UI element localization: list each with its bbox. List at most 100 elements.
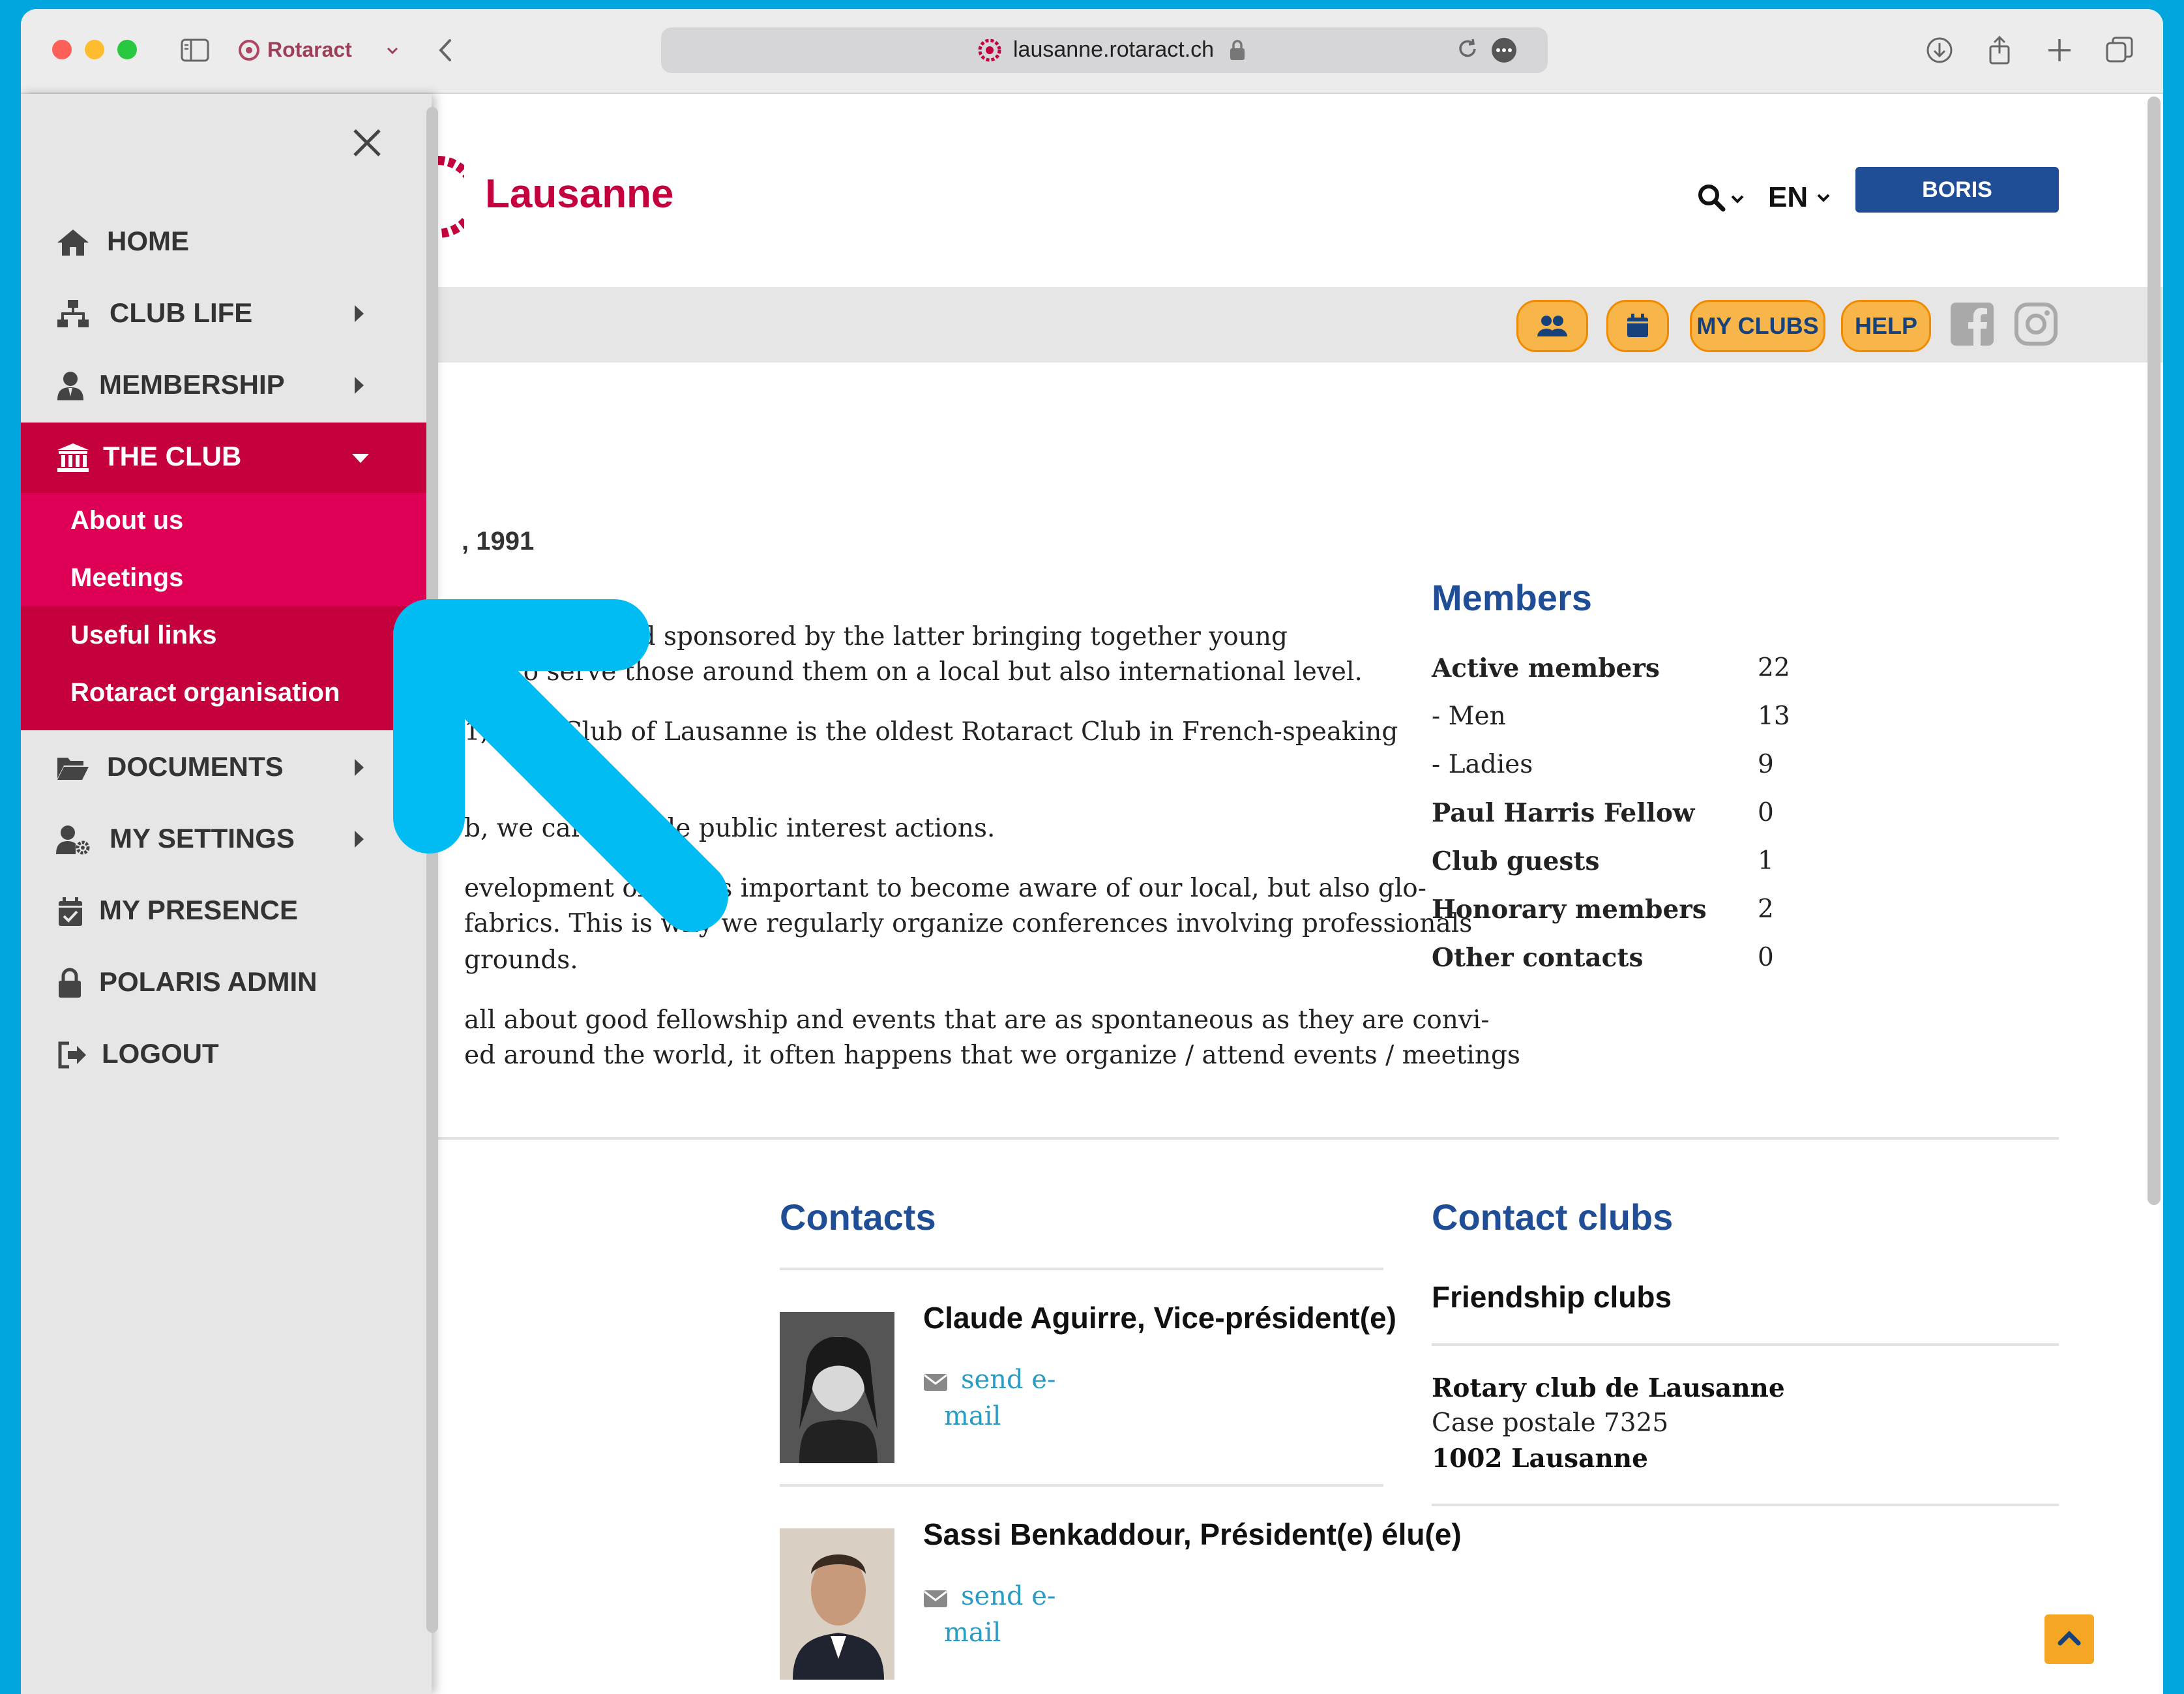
members-row-value: 9 — [1758, 750, 1774, 779]
my-clubs-pill-button[interactable]: MY CLUBS — [1690, 300, 1825, 352]
chevron-up-icon — [2058, 1631, 2081, 1646]
calendar-pill-button[interactable] — [1606, 300, 1669, 352]
members-title: Members — [1432, 577, 1592, 618]
send-email-line2: mail — [944, 1401, 1001, 1431]
browser-toolbar: Rotaract lausanne.rotaract.ch — [21, 9, 2163, 94]
members-row-label: Active members — [1432, 653, 1660, 683]
folder-open-icon — [57, 758, 89, 780]
envelope-icon — [924, 1374, 947, 1391]
instagram-icon[interactable] — [2013, 301, 2059, 347]
calendar-check-icon — [59, 897, 82, 926]
members-row-label: Paul Harris Fellow — [1432, 798, 1695, 828]
close-window-button[interactable] — [52, 40, 72, 59]
tab-group-label: Rotaract — [267, 38, 352, 61]
share-icon[interactable] — [1985, 35, 2014, 65]
sidebar-item-membership[interactable]: MEMBERSHIP — [21, 351, 432, 421]
members-row-value: 0 — [1758, 798, 1774, 827]
facebook-icon[interactable] — [1949, 301, 1995, 347]
new-tab-plus-icon[interactable] — [2044, 35, 2074, 65]
sidebar-item-label: MEMBERSHIP — [99, 369, 285, 400]
contact-clubs-divider — [1432, 1343, 2059, 1346]
minimize-window-button[interactable] — [85, 40, 104, 59]
help-pill-button[interactable]: HELP — [1841, 300, 1931, 352]
sidebar-item-label: CLUB LIFE — [110, 297, 253, 328]
help-label: HELP — [1854, 312, 1917, 339]
chevron-down-icon — [1817, 194, 1830, 202]
close-icon[interactable] — [351, 126, 383, 159]
sidebar-item-label: THE CLUB — [103, 441, 242, 471]
caret-right-icon — [355, 831, 364, 848]
members-row-label: Club guests — [1432, 846, 1600, 876]
page-scrollbar[interactable] — [2147, 97, 2161, 1205]
contacts-title: Contacts — [780, 1196, 936, 1238]
more-options-icon[interactable] — [1490, 37, 1518, 64]
search-icon — [1698, 185, 1726, 212]
tab-overview-icon[interactable] — [2104, 35, 2134, 65]
address-bar[interactable]: lausanne.rotaract.ch — [661, 27, 1548, 73]
members-pill-button[interactable] — [1516, 300, 1588, 352]
back-arrow-icon[interactable] — [432, 35, 462, 65]
contact-name: Sassi Benkaddour, Président(e) élu(e) — [923, 1517, 1462, 1551]
user-tie-icon — [57, 372, 83, 400]
lock-icon — [59, 968, 81, 998]
caret-right-icon — [355, 377, 364, 394]
submenu-about-us[interactable]: About us — [70, 506, 183, 535]
sidebar-item-label: POLARIS ADMIN — [99, 966, 317, 997]
submenu-rotaract-organisation[interactable]: Rotaract organisation — [70, 678, 340, 707]
contacts-divider — [780, 1268, 1383, 1270]
submenu-meetings[interactable]: Meetings — [70, 563, 183, 593]
user-menu-button[interactable]: BORIS FERNANDEZ — [1855, 167, 2059, 248]
language-label: EN — [1768, 181, 1808, 213]
contact-photo-avatar — [780, 1528, 894, 1680]
sidebar-item-the-club[interactable]: THE CLUB — [21, 423, 432, 493]
caret-down-icon — [352, 454, 369, 463]
user-cog-icon — [56, 825, 90, 855]
caret-right-icon — [355, 759, 364, 776]
submenu-useful-links[interactable]: Useful links — [70, 621, 217, 650]
sidebar-toggle-icon[interactable] — [180, 35, 210, 65]
sidebar-item-label: LOGOUT — [102, 1038, 219, 1069]
sidebar-item-logout[interactable]: LOGOUT — [21, 1020, 432, 1090]
members-row-label: Other contacts — [1432, 943, 1644, 973]
about-text-line: ed around the world, it often happens th… — [464, 1041, 1520, 1070]
contacts-divider — [780, 1484, 1383, 1487]
members-row-value: 2 — [1758, 895, 1774, 924]
caret-right-icon — [355, 305, 364, 322]
send-email-link[interactable]: send e- mail — [944, 1578, 1055, 1651]
search-dropdown[interactable] — [1696, 179, 1749, 218]
contact-name: Claude Aguirre, Vice-président(e) — [923, 1301, 1396, 1335]
browser-window: Rotaract lausanne.rotaract.ch Lausanne E… — [21, 9, 2163, 1694]
sidebar-item-home[interactable]: HOME — [21, 207, 432, 278]
institution-icon — [57, 443, 89, 472]
user-name: BORIS FERNANDEZ — [1889, 177, 2026, 248]
zoom-window-button[interactable] — [117, 40, 137, 59]
members-row-value: 13 — [1758, 702, 1790, 731]
founded-year: , 1991 — [462, 527, 535, 556]
friendship-clubs-heading: Friendship clubs — [1432, 1280, 1672, 1314]
contact-clubs-divider — [1432, 1504, 2059, 1506]
chevron-down-icon — [387, 47, 398, 55]
sitemap-icon — [57, 300, 89, 327]
friend-club-name: Rotary club de Lausanne — [1432, 1373, 1785, 1403]
sidebar-item-label: MY PRESENCE — [99, 895, 298, 925]
members-row-label: - Men — [1432, 702, 1506, 731]
section-divider — [438, 1137, 2059, 1140]
club-name-logo[interactable]: Lausanne — [485, 171, 673, 217]
envelope-icon — [924, 1590, 947, 1607]
site-favicon-icon — [978, 38, 1001, 62]
sidebar-item-label: HOME — [107, 226, 189, 256]
my-clubs-label: MY CLUBS — [1696, 312, 1819, 339]
sidebar-item-polaris-admin[interactable]: POLARIS ADMIN — [21, 948, 432, 1018]
back-to-top-button[interactable] — [2044, 1614, 2094, 1664]
language-dropdown[interactable]: EN — [1768, 176, 1833, 218]
reload-icon[interactable] — [1455, 37, 1481, 63]
sidebar-item-club-life[interactable]: CLUB LIFE — [21, 279, 432, 349]
send-email-link[interactable]: send e- mail — [944, 1361, 1056, 1434]
send-email-line1: send e- — [961, 1365, 1056, 1395]
members-row-label: Honorary members — [1432, 895, 1707, 925]
rotary-logo-icon — [438, 156, 464, 238]
friend-club-address-line2: 1002 Lausanne — [1432, 1444, 1648, 1474]
users-icon — [1537, 316, 1567, 336]
contact-clubs-title: Contact clubs — [1432, 1196, 1674, 1238]
download-icon[interactable] — [1925, 35, 1955, 65]
